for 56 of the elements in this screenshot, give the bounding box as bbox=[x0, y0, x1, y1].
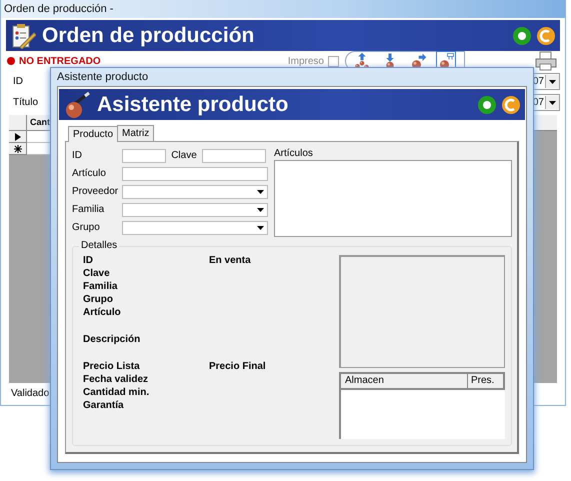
current-row-icon bbox=[14, 132, 20, 140]
printed-checkbox[interactable] bbox=[328, 56, 339, 66]
magic-wand-ball-icon bbox=[63, 90, 91, 118]
window-title: Orden de producción - bbox=[1, 0, 565, 18]
field-label: ID bbox=[13, 76, 23, 87]
detail-label: ID bbox=[83, 255, 94, 268]
dropdown-field[interactable] bbox=[122, 184, 268, 198]
list-label: Artículos bbox=[274, 148, 314, 160]
help-button-icon[interactable] bbox=[536, 26, 556, 46]
detail-label: Grupo bbox=[83, 294, 114, 307]
tab[interactable]: Matriz bbox=[117, 125, 154, 141]
input-field[interactable] bbox=[202, 148, 266, 162]
window-heading: Asistente producto bbox=[97, 92, 288, 116]
validated-label: Validado bbox=[11, 388, 50, 399]
column-header: Pres. bbox=[468, 374, 505, 388]
field-label: Clave bbox=[170, 150, 198, 161]
detail-label: Descripción bbox=[83, 334, 142, 347]
detail-label: Garantía bbox=[83, 400, 125, 413]
list-box[interactable] bbox=[274, 160, 512, 237]
detail-label: Familia bbox=[83, 281, 118, 294]
window-title: Asistente producto bbox=[57, 70, 150, 85]
window-heading: Orden de producción bbox=[42, 24, 254, 48]
input-field[interactable] bbox=[122, 166, 268, 180]
field-label: Artículo bbox=[72, 168, 107, 179]
column-header: Almacen bbox=[341, 374, 468, 388]
field-label: Proveedor bbox=[72, 186, 120, 197]
help-button-icon[interactable] bbox=[501, 94, 521, 114]
field-label: Título bbox=[13, 97, 38, 108]
dropdown-field[interactable] bbox=[122, 202, 268, 216]
field-label: ID bbox=[72, 150, 83, 161]
new-row-icon bbox=[14, 144, 22, 152]
ok-button-icon[interactable] bbox=[512, 26, 532, 46]
caret-icon bbox=[257, 208, 264, 212]
printer-icon[interactable] bbox=[535, 51, 557, 71]
detail-label: En venta bbox=[209, 255, 251, 268]
caret-icon bbox=[257, 190, 264, 194]
tab[interactable]: Producto bbox=[68, 126, 118, 142]
caret-icon bbox=[549, 100, 556, 104]
status-label: NO ENTREGADO bbox=[19, 56, 101, 66]
detail-label: Fecha validez bbox=[83, 374, 150, 387]
clipboard-pencil-icon bbox=[10, 22, 36, 48]
detail-label: Precio Lista bbox=[83, 361, 141, 374]
caret-icon bbox=[257, 226, 264, 230]
detail-label: Cantidad min. bbox=[83, 387, 150, 400]
field-label: Familia bbox=[72, 204, 106, 215]
detail-label: Precio Final bbox=[209, 361, 266, 374]
dropdown-field[interactable] bbox=[122, 220, 268, 234]
detail-label: Artículo bbox=[83, 307, 122, 320]
field-label: Grupo bbox=[72, 222, 101, 233]
printed-label: Impreso bbox=[288, 56, 324, 66]
column-header: Cant bbox=[29, 116, 50, 129]
ok-button-icon[interactable] bbox=[477, 94, 497, 114]
input-field[interactable] bbox=[122, 148, 166, 162]
detail-label: Clave bbox=[83, 268, 111, 281]
caret-icon bbox=[549, 80, 556, 84]
group-title: Detalles bbox=[79, 240, 120, 251]
